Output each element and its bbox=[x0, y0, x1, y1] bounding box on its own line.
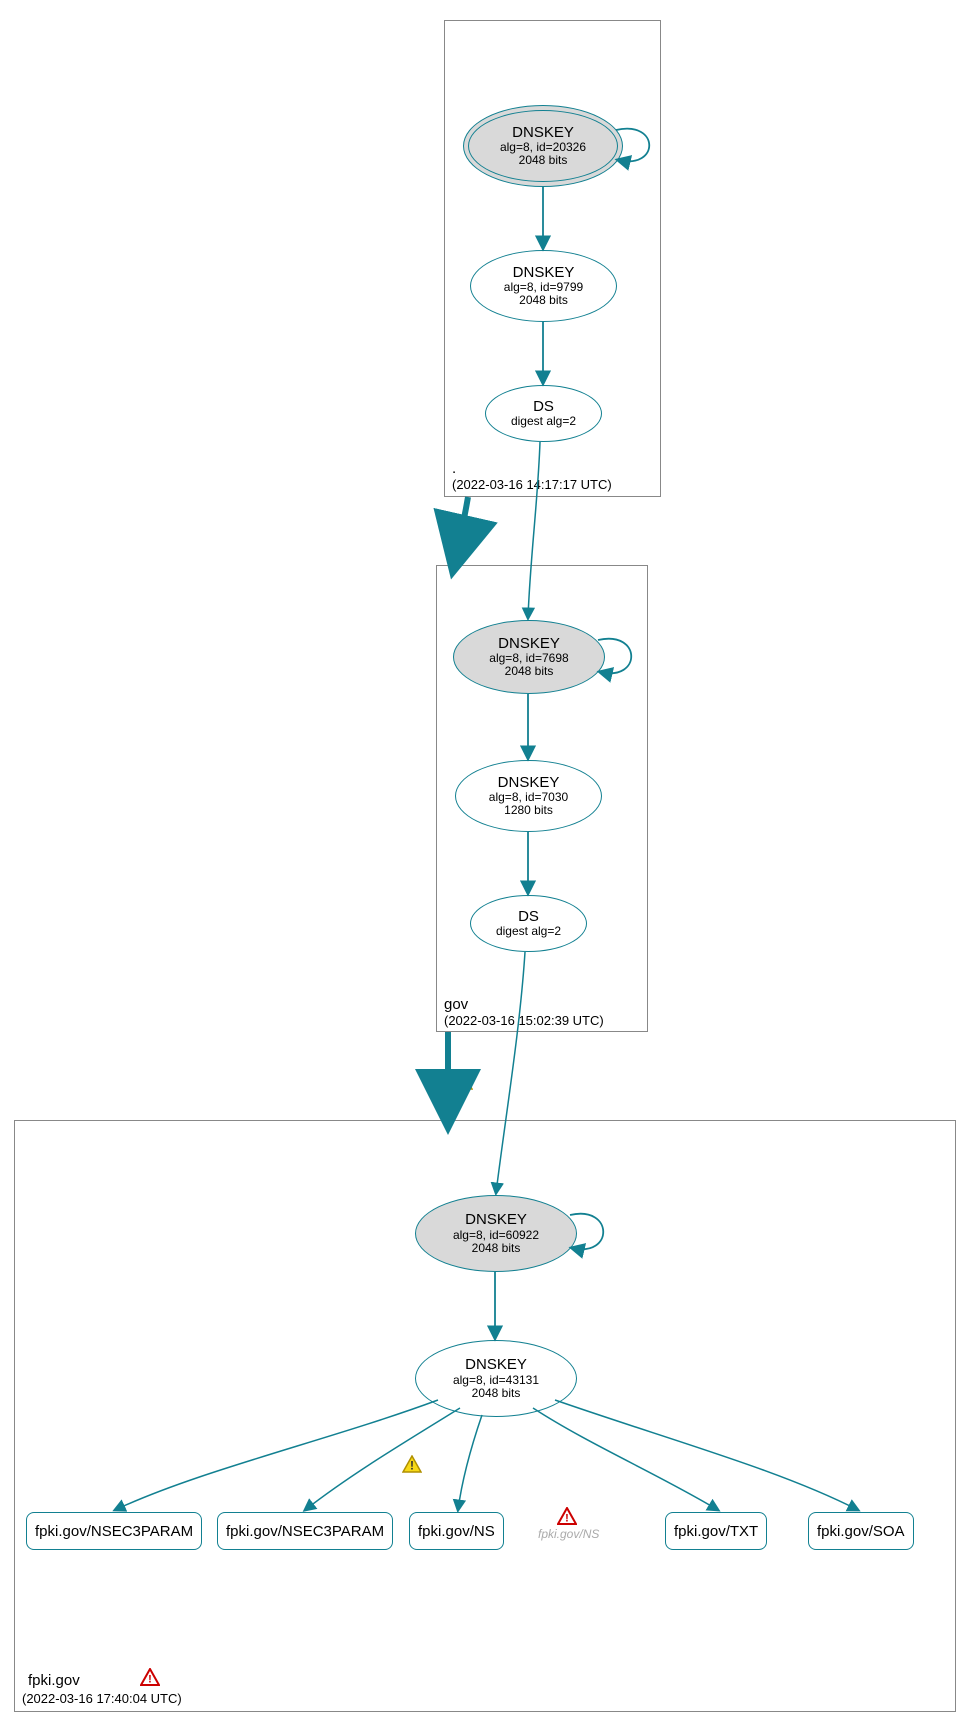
node-sub: alg=8, id=60922 bbox=[453, 1229, 539, 1242]
node-sub: alg=8, id=43131 bbox=[453, 1374, 539, 1387]
node-sub: 2048 bits bbox=[472, 1242, 521, 1255]
zone-root-name: . bbox=[452, 460, 456, 477]
record-nsec3param-1: fpki.gov/NSEC3PARAM bbox=[26, 1512, 202, 1550]
node-title: DNSKEY bbox=[513, 265, 575, 282]
node-root-zsk: DNSKEY alg=8, id=9799 2048 bits bbox=[470, 250, 617, 322]
record-txt: fpki.gov/TXT bbox=[665, 1512, 767, 1550]
zone-fpki-name: fpki.gov bbox=[28, 1672, 80, 1689]
node-fpki-zsk: DNSKEY alg=8, id=43131 2048 bits bbox=[415, 1340, 577, 1417]
node-gov-ds: DS digest alg=2 bbox=[470, 895, 587, 952]
record-soa: fpki.gov/SOA bbox=[808, 1512, 914, 1550]
svg-text:!: ! bbox=[461, 1076, 465, 1090]
node-sub: 2048 bits bbox=[505, 665, 554, 678]
warning-icon: ! bbox=[453, 1072, 473, 1090]
zone-gov-name: gov bbox=[444, 996, 468, 1013]
svg-text:!: ! bbox=[410, 1459, 414, 1473]
svg-text:!: ! bbox=[148, 1674, 152, 1686]
node-sub: 2048 bits bbox=[519, 154, 568, 167]
warning-icon: ! bbox=[402, 1455, 422, 1473]
node-sub: digest alg=2 bbox=[496, 925, 561, 938]
record-ns-ghost: fpki.gov/NS bbox=[530, 1524, 607, 1544]
zone-root-time: (2022-03-16 14:17:17 UTC) bbox=[452, 477, 612, 492]
node-sub: 2048 bits bbox=[472, 1387, 521, 1400]
node-title: DNSKEY bbox=[498, 636, 560, 653]
node-fpki-ksk: DNSKEY alg=8, id=60922 2048 bits bbox=[415, 1195, 577, 1272]
node-sub: 1280 bits bbox=[504, 804, 553, 817]
error-icon: ! bbox=[557, 1507, 577, 1525]
node-root-ds: DS digest alg=2 bbox=[485, 385, 602, 442]
record-ns: fpki.gov/NS bbox=[409, 1512, 504, 1550]
node-title: DS bbox=[518, 909, 539, 926]
node-title: DS bbox=[533, 399, 554, 416]
record-nsec3param-2: fpki.gov/NSEC3PARAM bbox=[217, 1512, 393, 1550]
zone-gov-time: (2022-03-16 15:02:39 UTC) bbox=[444, 1013, 604, 1028]
node-sub: digest alg=2 bbox=[511, 415, 576, 428]
zone-fpki-time: (2022-03-16 17:40:04 UTC) bbox=[22, 1691, 182, 1706]
node-title: DNSKEY bbox=[498, 775, 560, 792]
node-sub: 2048 bits bbox=[519, 294, 568, 307]
error-icon: ! bbox=[140, 1668, 160, 1686]
node-title: DNSKEY bbox=[465, 1357, 527, 1374]
node-title: DNSKEY bbox=[512, 125, 574, 142]
node-title: DNSKEY bbox=[465, 1212, 527, 1229]
node-gov-zsk: DNSKEY alg=8, id=7030 1280 bits bbox=[455, 760, 602, 832]
node-gov-ksk: DNSKEY alg=8, id=7698 2048 bits bbox=[453, 620, 605, 694]
node-root-ksk: DNSKEY alg=8, id=20326 2048 bits bbox=[463, 105, 623, 187]
svg-text:!: ! bbox=[565, 1513, 569, 1525]
